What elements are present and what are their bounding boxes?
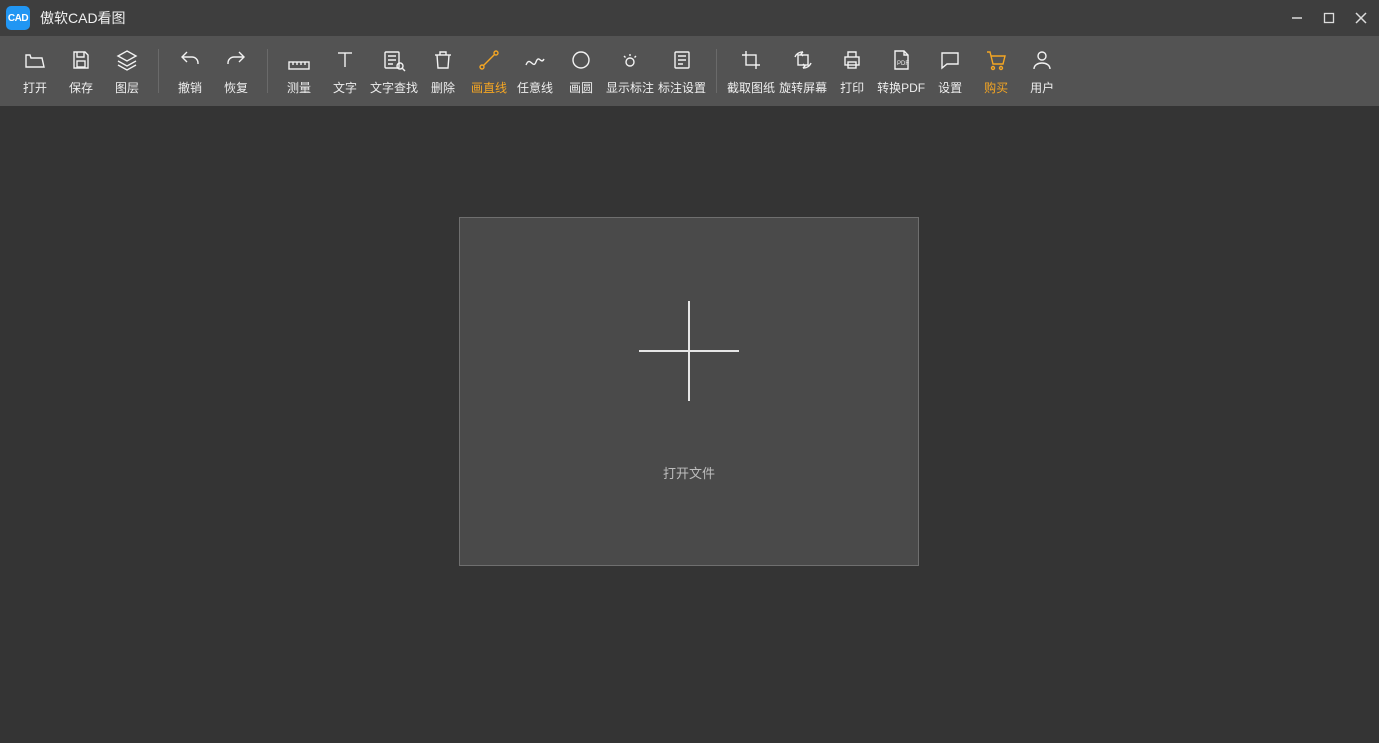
freehand-button[interactable]: 任意线 [512,36,558,106]
redo-icon [223,47,249,73]
cart-icon [983,47,1009,73]
settings-label: 设置 [938,79,962,96]
open-label: 打开 [23,79,47,96]
circle-label: 画圆 [569,79,593,96]
line-label: 画直线 [471,79,507,96]
printer-icon [839,47,865,73]
user-icon [1029,47,1055,73]
text-icon [332,47,358,73]
line-button[interactable]: 画直线 [466,36,512,106]
user-button[interactable]: 用户 [1019,36,1065,106]
close-button[interactable] [1351,8,1371,28]
save-button[interactable]: 保存 [58,36,104,106]
settings-button[interactable]: 设置 [927,36,973,106]
workspace: 打开文件 [0,106,1379,743]
titlebar: CAD 傲软CAD看图 [0,0,1379,36]
maximize-icon [1322,11,1336,25]
minimize-icon [1290,11,1304,25]
buy-label: 购买 [984,79,1008,96]
layers-label: 图层 [115,79,139,96]
undo-button[interactable]: 撤销 [167,36,213,106]
delete-button[interactable]: 删除 [420,36,466,106]
save-icon [68,47,94,73]
app-title: 傲软CAD看图 [40,8,126,28]
undo-label: 撤销 [178,79,202,96]
maximize-button[interactable] [1319,8,1339,28]
text-label: 文字 [333,79,357,96]
to-pdf-button[interactable]: PDF 转换PDF [875,36,927,106]
rotate-screen-button[interactable]: 旋转屏幕 [777,36,829,106]
chat-settings-icon [937,47,963,73]
save-label: 保存 [69,79,93,96]
folder-open-icon [22,47,48,73]
circle-button[interactable]: 画圆 [558,36,604,106]
open-button[interactable]: 打开 [12,36,58,106]
freehand-label: 任意线 [517,79,553,96]
show-annot-button[interactable]: 显示标注 [604,36,656,106]
redo-button[interactable]: 恢复 [213,36,259,106]
annot-settings-button[interactable]: 标注设置 [656,36,708,106]
snip-icon [738,47,764,73]
annot-settings-icon [669,47,695,73]
pdf-icon: PDF [888,47,914,73]
app-logo: CAD [6,6,30,30]
plus-icon [639,301,739,401]
toolbar-divider [267,49,268,93]
toolbar-divider [158,49,159,93]
trash-icon [430,47,456,73]
undo-icon [177,47,203,73]
minimize-button[interactable] [1287,8,1307,28]
print-label: 打印 [840,79,864,96]
buy-button[interactable]: 购买 [973,36,1019,106]
circle-icon [568,47,594,73]
user-label: 用户 [1030,79,1054,96]
snip-button[interactable]: 截取图纸 [725,36,777,106]
find-text-label: 文字查找 [370,79,418,96]
to-pdf-label: 转换PDF [877,79,925,96]
text-button[interactable]: 文字 [322,36,368,106]
toolbar-divider [716,49,717,93]
find-text-button[interactable]: 文字查找 [368,36,420,106]
close-icon [1354,11,1368,25]
layers-button[interactable]: 图层 [104,36,150,106]
line-icon [476,47,502,73]
window-controls [1287,8,1371,28]
snip-label: 截取图纸 [727,79,775,96]
annot-settings-label: 标注设置 [658,79,706,96]
svg-text:PDF: PDF [897,61,909,67]
ruler-icon [286,47,312,73]
open-file-label: 打开文件 [663,463,715,482]
layers-icon [114,47,140,73]
find-text-icon [381,47,407,73]
redo-label: 恢复 [224,79,248,96]
rotate-screen-label: 旋转屏幕 [779,79,827,96]
show-annot-icon [617,47,643,73]
freehand-icon [522,47,548,73]
rotate-screen-icon [790,47,816,73]
toolbar: 打开 保存 图层 撤销 恢复 测量 文字 [0,36,1379,106]
measure-label: 测量 [287,79,311,96]
measure-button[interactable]: 测量 [276,36,322,106]
delete-label: 删除 [431,79,455,96]
print-button[interactable]: 打印 [829,36,875,106]
open-file-card[interactable]: 打开文件 [459,217,919,566]
show-annot-label: 显示标注 [606,79,654,96]
